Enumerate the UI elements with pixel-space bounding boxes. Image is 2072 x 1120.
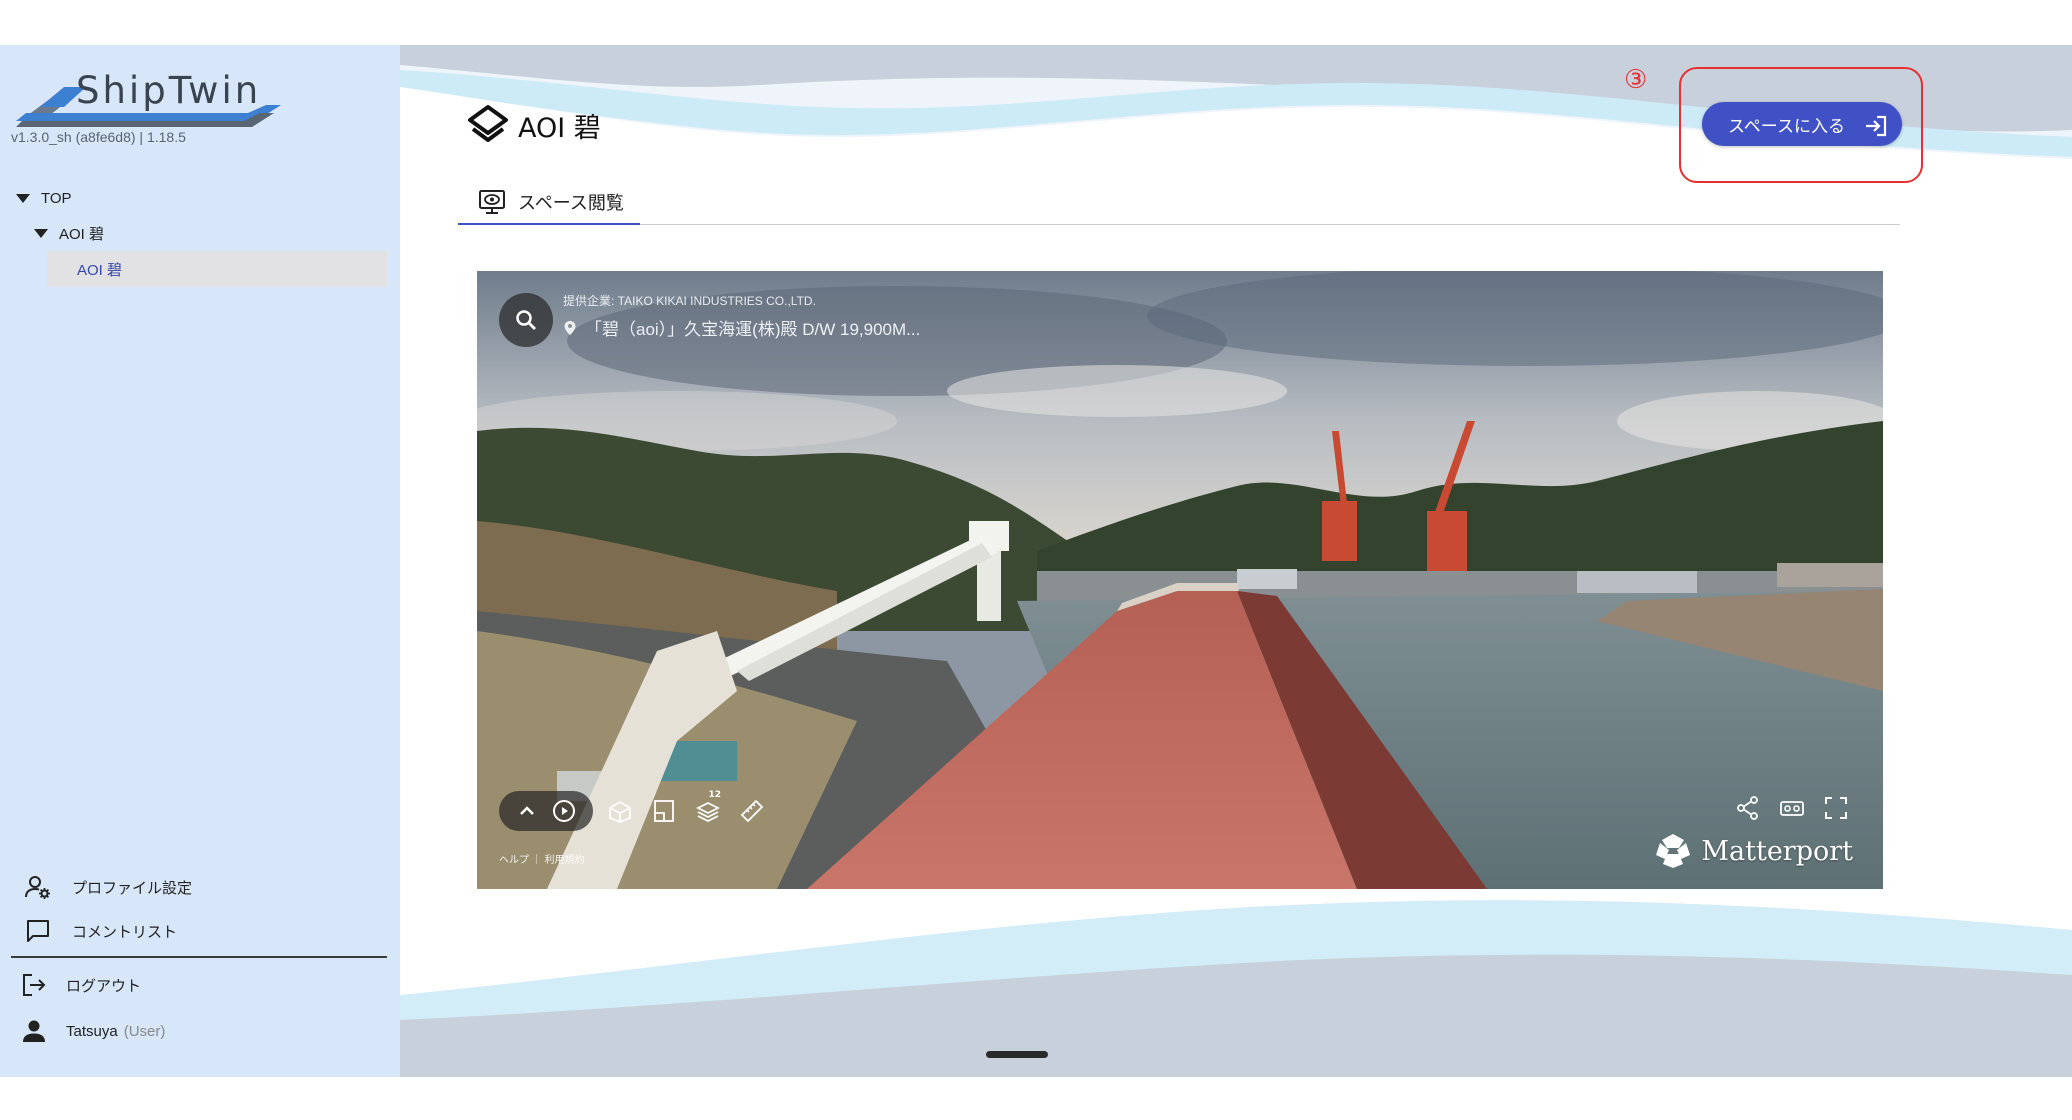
- drag-handle[interactable]: [986, 1051, 1048, 1058]
- share-button[interactable]: [1731, 791, 1765, 825]
- dollhouse-button[interactable]: [603, 794, 637, 828]
- floorplan-button[interactable]: [647, 794, 681, 828]
- viewer-tour-controls: [499, 791, 593, 831]
- logout-label: ログアウト: [66, 977, 142, 995]
- map-pin-icon: [564, 320, 576, 335]
- play-icon[interactable]: [552, 799, 576, 823]
- tree-item-label: TOP: [41, 189, 72, 207]
- user-name: Tatsuya: [66, 1022, 118, 1040]
- viewer-footer-links[interactable]: ヘルプ ｜ 利用規約: [499, 851, 585, 866]
- matterport-wordmark: Matterport: [1701, 835, 1853, 867]
- viewer-controls: 12: [499, 790, 769, 831]
- ruler-icon: [740, 799, 764, 823]
- floorplan-icon: [654, 800, 674, 822]
- share-icon: [1737, 796, 1758, 820]
- tab-space-view[interactable]: スペース閲覧: [458, 180, 640, 225]
- logout-icon: [20, 971, 48, 999]
- user-gear-icon: [24, 873, 52, 901]
- menu-divider: [11, 956, 387, 958]
- tab-label: スペース閲覧: [518, 192, 624, 214]
- matterport-viewer[interactable]: 提供企業: TAIKO KIKAI INDUSTRIES CO.,LTD. 「碧…: [477, 271, 1883, 889]
- tab-bar: スペース閲覧: [458, 180, 1900, 225]
- step-marker: ③: [1624, 65, 1648, 95]
- floors-badge: 12: [708, 790, 721, 800]
- viewer-right-controls: [1721, 791, 1853, 825]
- app-window: ShipTwin v1.3.0_sh (a8fe6d8) | 1.18.5 TO…: [0, 45, 2072, 1077]
- expand-triangle-icon[interactable]: [34, 228, 48, 238]
- viewer-location[interactable]: 「碧（aoi）」久宝海運(株)殿 D/W 19,900M...: [563, 315, 920, 340]
- viewer-location-text: 「碧（aoi）」久宝海運(株)殿 D/W 19,900M...: [585, 320, 921, 339]
- current-user: Tatsuya (User): [20, 1017, 165, 1045]
- vr-button[interactable]: [1775, 791, 1809, 825]
- main-content: AOI 碧 ③ スペースに入る スペース閲覧 提供企業: TAIKO KIKAI…: [400, 45, 2072, 1077]
- person-icon: [20, 1017, 48, 1045]
- enter-space-label: スペースに入る: [1728, 116, 1845, 137]
- comment-icon: [24, 917, 52, 945]
- tree-item-label: AOI 碧: [77, 261, 123, 279]
- stack-icon: [695, 801, 721, 823]
- vr-goggles-icon: [1780, 801, 1804, 816]
- chevron-up-icon[interactable]: [517, 801, 537, 821]
- page-title-text: AOI 碧: [518, 112, 601, 144]
- comment-list-label: コメントリスト: [72, 923, 178, 941]
- tree-item-aoi-space[interactable]: AOI 碧: [47, 251, 387, 287]
- version-label: v1.3.0_sh (a8fe6d8) | 1.18.5: [11, 129, 186, 145]
- matterport-mark-icon: [1656, 834, 1691, 868]
- user-role: (User): [123, 1022, 166, 1040]
- tree-item-top[interactable]: TOP: [16, 186, 72, 210]
- page-title: AOI 碧: [466, 103, 601, 147]
- monitor-eye-icon: [479, 189, 505, 214]
- profile-settings-link[interactable]: プロファイル設定: [24, 873, 192, 901]
- matterport-logo[interactable]: Matterport: [1653, 831, 1853, 871]
- layers-icon: [468, 105, 508, 142]
- measure-button[interactable]: [735, 794, 769, 828]
- shiptwin-logo[interactable]: ShipTwin: [16, 65, 296, 129]
- profile-settings-label: プロファイル設定: [72, 879, 193, 897]
- fullscreen-icon: [1825, 797, 1847, 819]
- comment-list-link[interactable]: コメントリスト: [24, 917, 177, 945]
- enter-space-button[interactable]: スペースに入る: [1702, 102, 1902, 146]
- dollhouse-icon: [609, 800, 631, 823]
- sidebar: ShipTwin v1.3.0_sh (a8fe6d8) | 1.18.5 TO…: [0, 45, 400, 1077]
- logo-text: ShipTwin: [76, 69, 262, 112]
- login-icon: [1866, 115, 1887, 137]
- viewer-search-button[interactable]: [499, 293, 553, 347]
- fullscreen-button[interactable]: [1819, 791, 1853, 825]
- viewer-provider-text: 提供企業: TAIKO KIKAI INDUSTRIES CO.,LTD.: [563, 294, 816, 308]
- tree-item-aoi-group[interactable]: AOI 碧: [34, 221, 104, 245]
- tree-item-label: AOI 碧: [59, 225, 105, 243]
- logout-link[interactable]: ログアウト: [20, 971, 141, 999]
- floors-button[interactable]: 12: [691, 790, 725, 828]
- expand-triangle-icon[interactable]: [16, 193, 30, 203]
- search-icon: [516, 310, 536, 330]
